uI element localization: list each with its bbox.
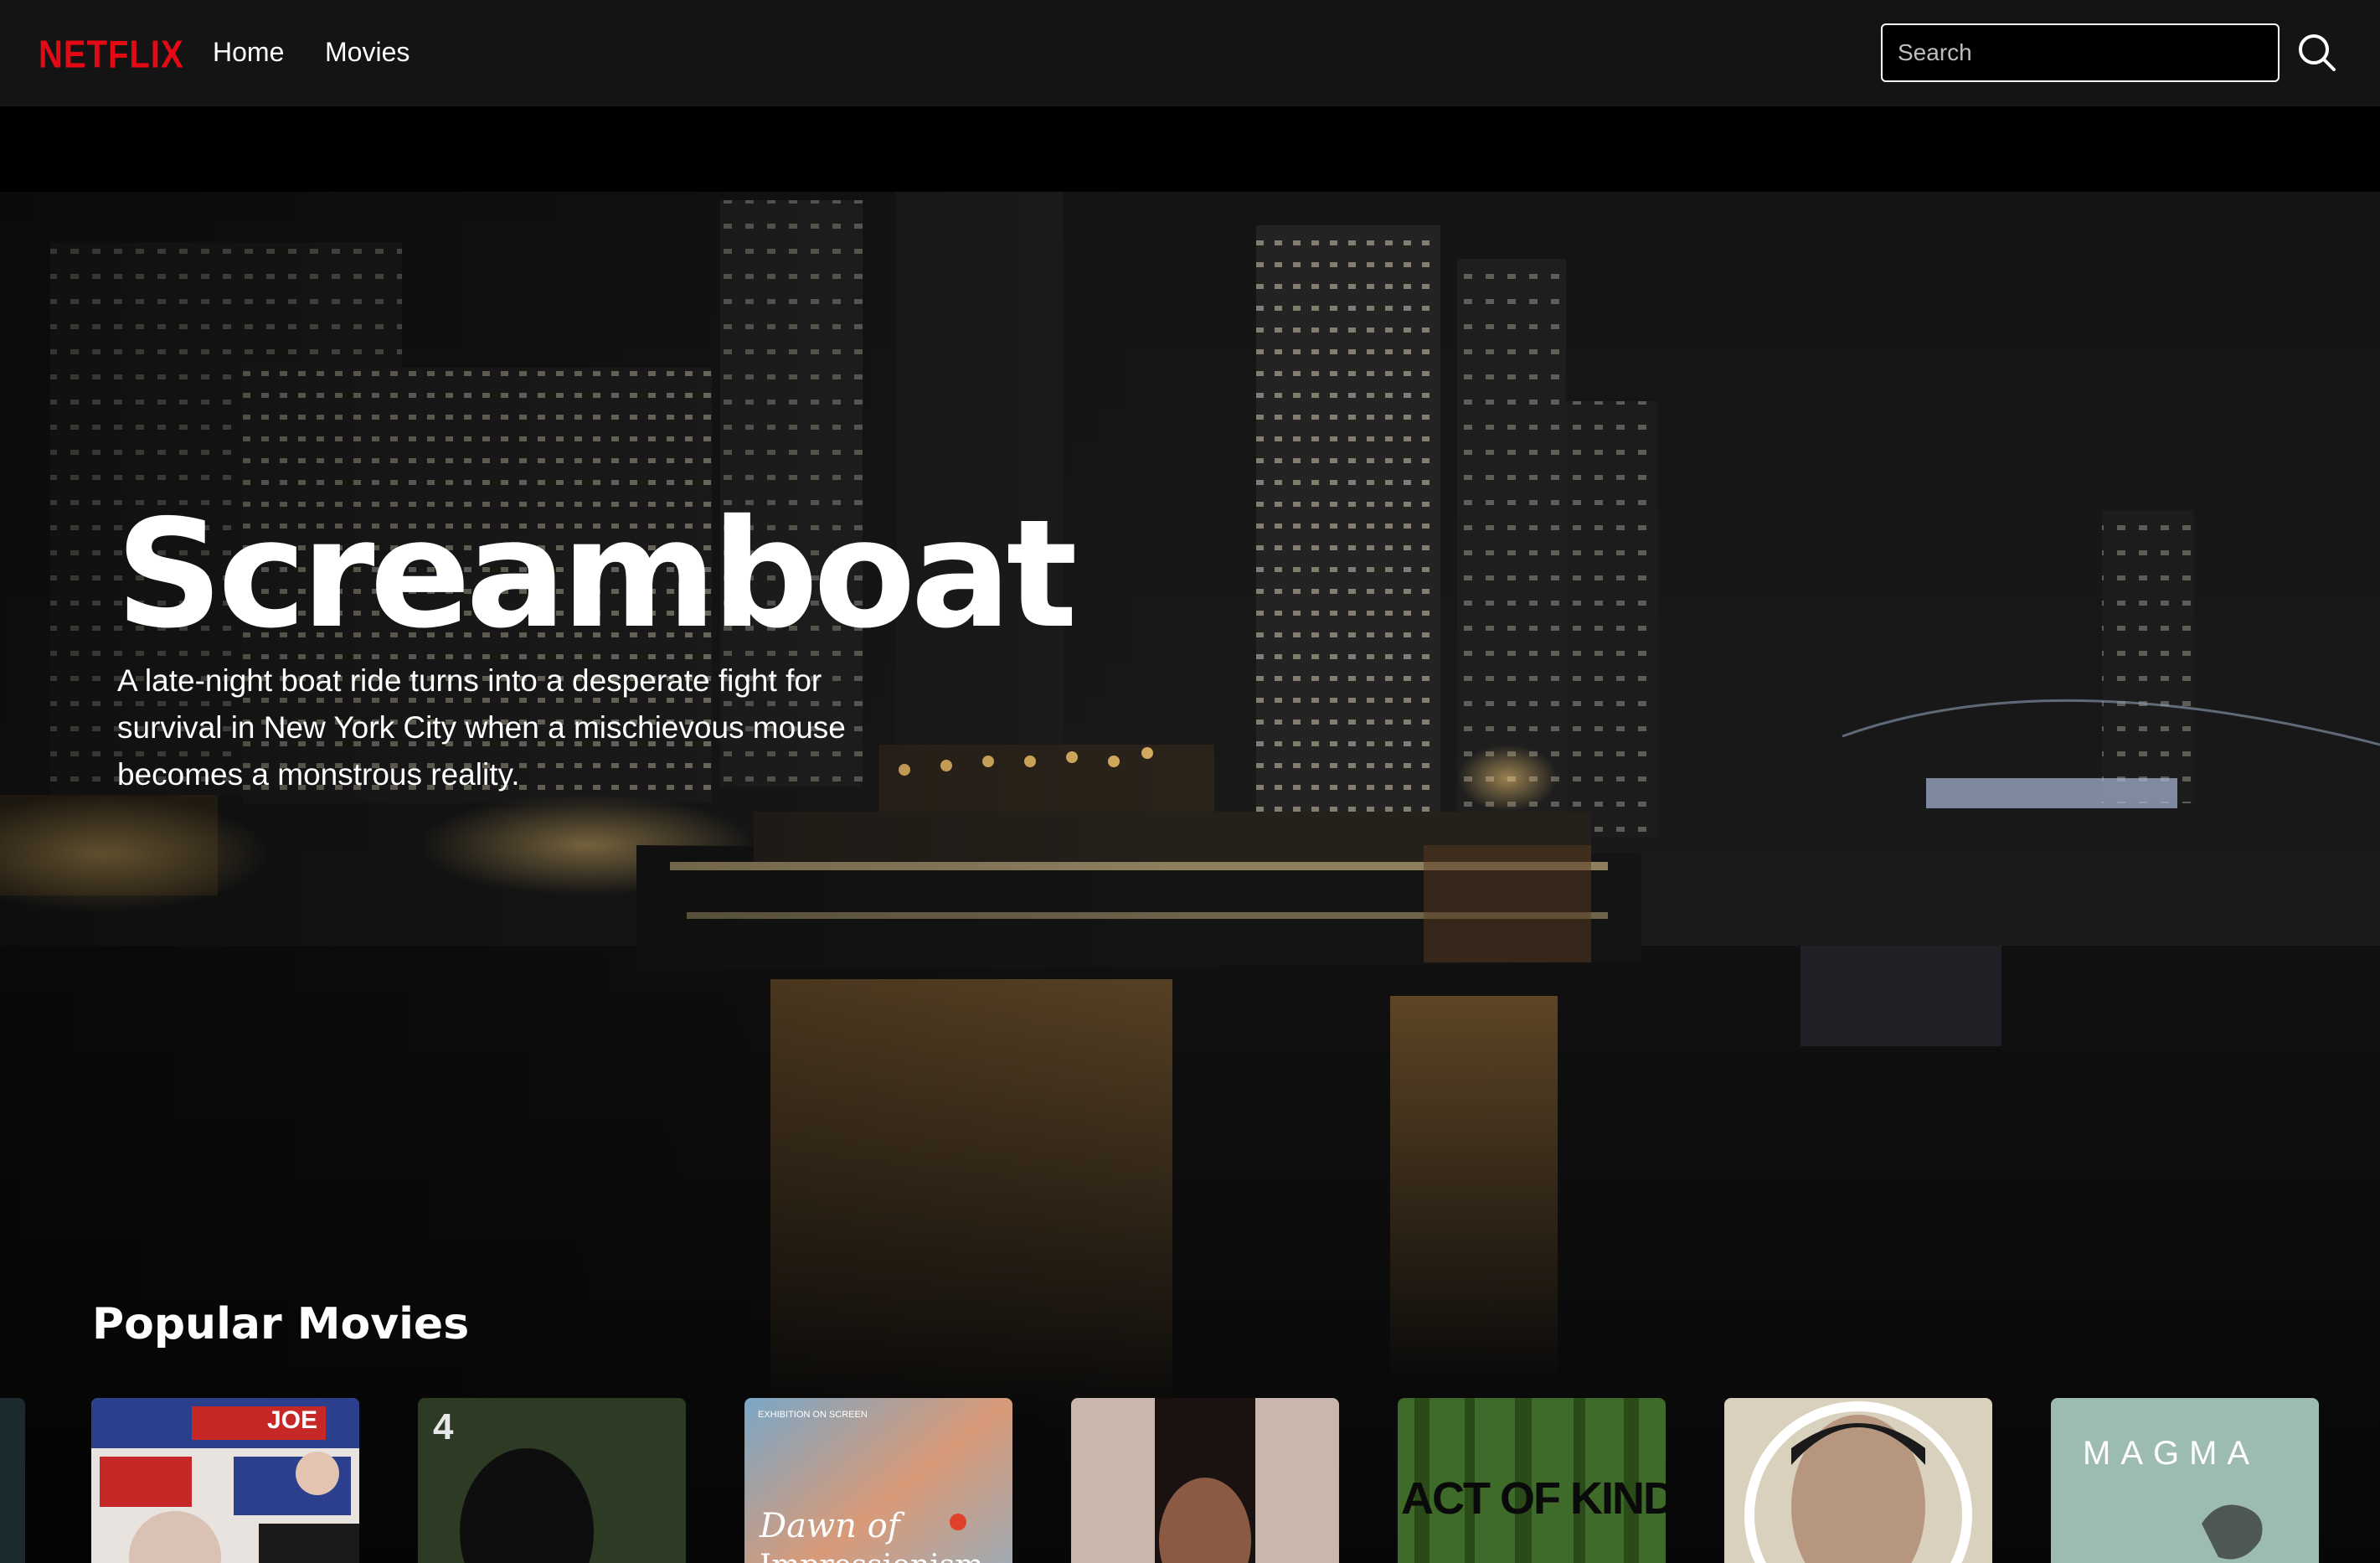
top-navbar: NETFLIX Home Movies (0, 0, 2380, 106)
popular-movies-heading: Popular Movies (92, 1299, 470, 1349)
movie-poster-5-label: ACT OF KINDNESS (1401, 1473, 1666, 1524)
movie-card-3[interactable]: EXHIBITION ON SCREEN Dawn of Impressioni… (744, 1398, 1012, 1563)
movie-card-1[interactable]: JOE (91, 1398, 359, 1563)
movie-card-6[interactable] (1724, 1398, 1992, 1563)
movie-poster-6 (1724, 1398, 1992, 1563)
movie-poster-3-title-line2: Impressionism (760, 1549, 983, 1563)
movie-poster-3-corner: EXHIBITION ON SCREEN (758, 1410, 868, 1420)
movie-poster-2 (418, 1398, 686, 1563)
hero-backdrop-image (0, 192, 2380, 1563)
movie-card-4[interactable] (1071, 1398, 1339, 1563)
netflix-logo[interactable]: NETFLIX (39, 34, 184, 77)
search-input[interactable] (1881, 23, 2280, 82)
movie-card-7[interactable]: MAGMA (2051, 1398, 2319, 1563)
app-window: NETFLIX Home Movies Search Screamboat A … (0, 0, 2380, 1563)
movie-card-offscreen[interactable] (0, 1398, 25, 1563)
nav-link-movies[interactable]: Movies (325, 37, 410, 68)
movie-card-5[interactable]: ACT OF KINDNESS (1398, 1398, 1666, 1563)
hero-title: Screamboat (116, 487, 1078, 661)
header-spacer (0, 106, 2380, 192)
hero-description: A late-night boat ride turns into a desp… (117, 663, 846, 792)
nav-link-home[interactable]: Home (213, 37, 284, 68)
movie-poster-4 (1071, 1398, 1339, 1563)
movie-poster-3-title-line1: Dawn of (760, 1507, 900, 1545)
search-icon[interactable] (2296, 32, 2338, 74)
movie-card-2[interactable]: 4 (418, 1398, 686, 1563)
hero-banner: Screamboat A late-night boat ride turns … (0, 192, 2380, 1563)
movie-poster-7-label: MAGMA (2083, 1435, 2260, 1472)
movie-poster-1-label: JOE (267, 1406, 318, 1434)
movie-poster-2-label: 4 (433, 1406, 454, 1447)
movie-poster-1 (91, 1398, 359, 1563)
movie-poster-7 (2051, 1398, 2319, 1563)
